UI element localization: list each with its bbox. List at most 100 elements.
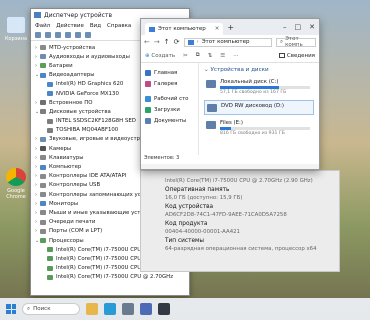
terminal-icon[interactable] xyxy=(158,303,170,315)
device-manager-title: Диспетчер устройств xyxy=(44,11,113,19)
cut-icon[interactable]: ✂ xyxy=(183,53,188,59)
device-icon xyxy=(40,146,46,152)
device-icon xyxy=(40,109,46,115)
system-type-value: 64-разрядная операционная система, проце… xyxy=(165,246,317,252)
device-icon xyxy=(40,136,46,142)
search-input[interactable]: ⌕ Этот компь xyxy=(276,36,316,48)
nav-item-label: Галерея xyxy=(154,80,178,87)
menu-file[interactable]: Файл xyxy=(35,23,50,29)
device-icon xyxy=(47,247,53,253)
scan-hardware-icon[interactable] xyxy=(75,32,81,38)
device-label: Intel(R) Core(TM) i7-7500U CPU @ 2.70GHz xyxy=(56,274,174,281)
device-item[interactable]: Intel(R) Core(TM) i7-7500U CPU @ 2.70GHz xyxy=(33,273,189,282)
settings-icon[interactable] xyxy=(122,303,134,315)
copy-icon[interactable]: ⧉ xyxy=(196,52,200,59)
forward-icon[interactable] xyxy=(45,32,51,38)
folder-icon xyxy=(145,95,151,102)
menu-help[interactable]: Справка xyxy=(107,23,131,29)
explorer-window[interactable]: Этот компьютер ✕ + – □ ✕ ← → ↑ ⟳ › Этот … xyxy=(140,18,320,170)
forward-arrow-icon[interactable]: → xyxy=(154,38,160,46)
taskbar-search[interactable]: ⌕ Поиск xyxy=(22,303,80,315)
nav-item-label: Главная xyxy=(154,69,178,76)
device-icon xyxy=(40,201,46,207)
help-icon[interactable] xyxy=(65,32,71,38)
device-label: Аудиовходы и аудиовыходы xyxy=(49,53,130,60)
up-arrow-icon[interactable]: ↑ xyxy=(164,38,170,46)
device-id-value: AD6CF2D8-74C1-47FD-9AEE-71CA0D5A7258 xyxy=(165,212,287,218)
device-label: NVIDIA GeForce MX130 xyxy=(56,90,119,97)
tab-this-pc[interactable]: Этот компьютер ✕ xyxy=(145,23,224,35)
hard-drive-icon xyxy=(206,80,216,88)
devices-group-header[interactable]: ⌄ Устройства и диски xyxy=(204,67,314,73)
content-pane: ⌄ Устройства и диски Локальный диск (C:)… xyxy=(199,63,319,155)
nav-item[interactable]: Рабочий сто xyxy=(141,93,198,104)
product-id-value: 00404-40000-00001-AA421 xyxy=(165,229,240,235)
search-icon: ⌕ xyxy=(27,305,31,312)
monitor-icon[interactable] xyxy=(85,32,91,38)
new-button-label: Создать xyxy=(151,52,176,59)
taskbar: ⌕ Поиск xyxy=(0,298,370,320)
new-tab-icon[interactable]: + xyxy=(227,23,234,32)
device-icon xyxy=(40,72,46,78)
address-field[interactable]: › Этот компьютер xyxy=(183,37,272,47)
device-label: Компьютер xyxy=(49,164,82,171)
pc-icon xyxy=(149,26,155,32)
new-button[interactable]: ⊕ Создать xyxy=(145,53,175,59)
close-icon[interactable]: ✕ xyxy=(309,23,315,31)
drive-item[interactable]: Files (E:) 816 ГБ свободно из 931 ГБ xyxy=(204,118,314,138)
device-label: Клавиатуры xyxy=(49,154,84,161)
drive-free-space: 816 ГБ свободно из 931 ГБ xyxy=(220,131,285,136)
drive-usage-bar xyxy=(220,86,310,89)
windows-logo-icon xyxy=(6,309,11,314)
more-icon[interactable]: ··· xyxy=(233,53,238,59)
maximize-icon[interactable]: □ xyxy=(295,23,302,31)
explorer-addressbar: ← → ↑ ⟳ › Этот компьютер ⌕ Этот компь xyxy=(141,35,319,49)
hard-drive-icon xyxy=(206,121,216,129)
refresh-icon[interactable]: ⟳ xyxy=(174,38,180,46)
nav-item-label: Загрузки xyxy=(154,106,180,113)
folder-icon xyxy=(145,106,151,113)
edge-icon[interactable] xyxy=(104,303,116,315)
drive-item[interactable]: Локальный диск (C:) 57,1 ГБ свободно из 1… xyxy=(204,77,314,97)
device-id-label: Код устройства xyxy=(165,204,214,210)
device-label: Встроенное ПО xyxy=(49,99,93,106)
details-label: Сведения xyxy=(286,52,315,59)
back-arrow-icon[interactable]: ← xyxy=(144,38,150,46)
drive-name: DVD RW дисковод (D:) xyxy=(221,103,285,109)
windows-logo-icon xyxy=(11,304,16,309)
desktop-icon-recycle-bin[interactable]: Корзина xyxy=(2,16,30,42)
device-icon xyxy=(40,45,46,51)
system-type-label: Тип системы xyxy=(165,238,204,244)
nav-item[interactable]: Документы xyxy=(141,115,198,126)
dvd-drive-icon xyxy=(207,104,217,112)
menu-action[interactable]: Действие xyxy=(56,23,84,29)
device-icon xyxy=(40,100,46,106)
explorer-icon[interactable] xyxy=(86,303,98,315)
pc-icon xyxy=(187,39,194,45)
start-button[interactable] xyxy=(6,304,16,314)
desktop-icon-chrome[interactable]: Google Chrome xyxy=(2,168,30,200)
properties-icon[interactable] xyxy=(55,32,61,38)
menu-view[interactable]: Вид xyxy=(90,23,101,29)
details-button[interactable]: Сведения xyxy=(278,52,315,59)
back-icon[interactable] xyxy=(35,32,41,38)
device-icon xyxy=(40,182,46,188)
device-icon xyxy=(40,219,46,225)
view-icon[interactable]: ☰ xyxy=(220,53,225,59)
folder-icon xyxy=(145,117,151,124)
sort-icon[interactable]: ⇅ xyxy=(208,53,213,59)
minimize-icon[interactable]: – xyxy=(283,23,287,31)
recycle-bin-icon xyxy=(6,16,26,34)
store-icon[interactable] xyxy=(140,303,152,315)
explorer-tabbar: Этот компьютер ✕ + – □ ✕ xyxy=(141,19,319,35)
device-icon xyxy=(47,91,53,97)
nav-item-label: Рабочий сто xyxy=(154,95,189,102)
device-icon xyxy=(40,238,46,244)
tab-close-icon[interactable]: ✕ xyxy=(215,26,220,32)
nav-item[interactable]: Загрузки xyxy=(141,104,198,115)
nav-item[interactable]: Галерея xyxy=(141,78,198,89)
device-icon xyxy=(47,265,53,271)
drive-item[interactable]: DVD RW дисковод (D:) xyxy=(204,100,314,115)
device-label: Intel(R) HD Graphics 620 xyxy=(56,81,124,88)
nav-item[interactable]: Главная xyxy=(141,67,198,78)
